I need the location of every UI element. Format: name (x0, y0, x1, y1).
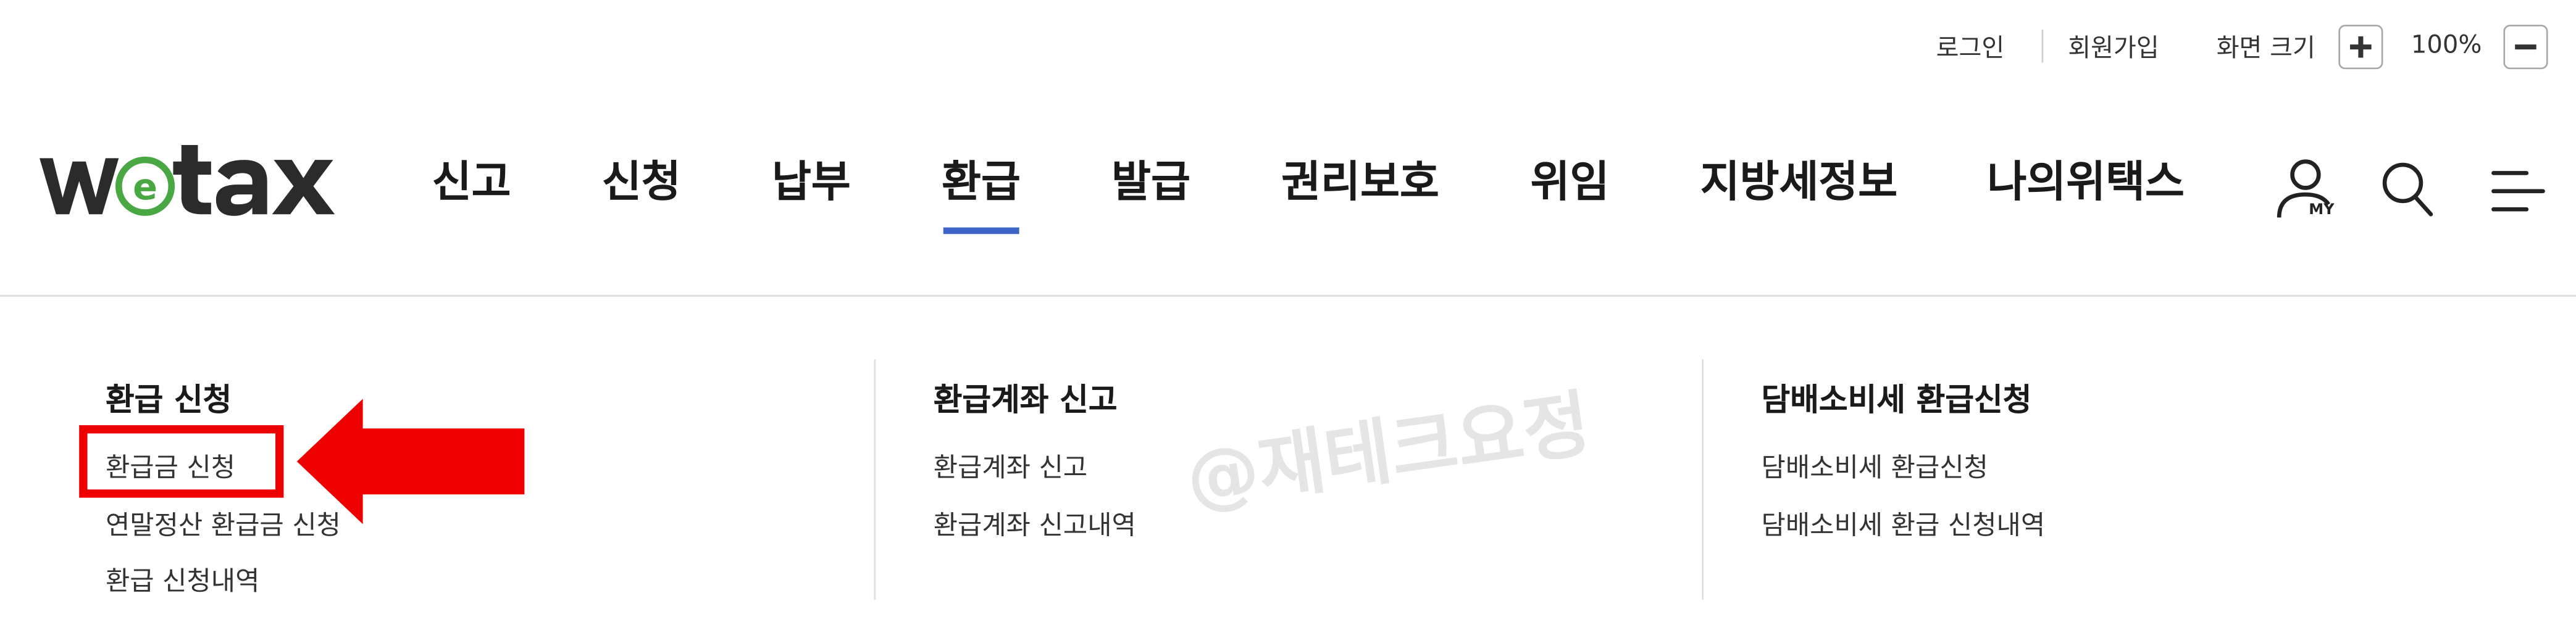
annotation-highlight-box (79, 425, 284, 498)
watermark: @재테크요정 (1181, 382, 1595, 523)
nav-item-hwangeup[interactable]: 환급 (942, 158, 1021, 209)
refund-history-link[interactable]: 환급 신청내역 (106, 558, 259, 598)
annotation-arrow (290, 392, 528, 531)
nav-item-singo[interactable]: 신고 (432, 158, 511, 209)
column-divider (1702, 359, 1704, 600)
search-icon (2382, 162, 2433, 217)
nav-item-jibangsejeongbo[interactable]: 지방세정보 (1700, 158, 1897, 209)
svg-text:e: e (133, 165, 157, 208)
header-divider (0, 295, 2576, 297)
refund-application-heading[interactable]: 환급 신청 (106, 376, 232, 420)
nav-item-gwonribohō[interactable]: 권리보호 (1281, 158, 1439, 209)
refund-account-report-link[interactable]: 환급계좌 신고 (934, 445, 1087, 484)
nav-item-naui-wetax[interactable]: 나의위택스 (1987, 158, 2184, 209)
refund-account-heading[interactable]: 환급계좌 신고 (934, 376, 1118, 420)
nav-item-napbu[interactable]: 납부 (772, 158, 851, 209)
plus-icon (2350, 36, 2372, 58)
utility-divider (2041, 30, 2044, 63)
column-divider (874, 359, 876, 600)
page: 로그인 회원가입 화면 크기 100% e 신고 신청 납부 환급 발급 권리보… (0, 0, 2576, 629)
minus-icon (2515, 44, 2536, 50)
zoom-out-button[interactable] (2503, 25, 2548, 70)
refund-account-history-link[interactable]: 환급계좌 신고내역 (934, 503, 1136, 542)
hamburger-menu-icon (2491, 171, 2545, 212)
tobacco-tax-refund-history-link[interactable]: 담배소비세 환급 신청내역 (1762, 503, 2046, 542)
tobacco-tax-refund-heading[interactable]: 담배소비세 환급신청 (1762, 376, 2032, 420)
logo-mark: e (40, 145, 335, 216)
nav-item-wiim[interactable]: 위임 (1531, 158, 1610, 209)
menu-button[interactable] (2490, 168, 2546, 217)
my-page-button[interactable]: MY (2273, 158, 2342, 224)
zoom-in-button[interactable] (2338, 25, 2383, 70)
signup-link[interactable]: 회원가입 (2068, 30, 2159, 64)
tobacco-tax-refund-apply-link[interactable]: 담배소비세 환급신청 (1762, 445, 1988, 484)
login-link[interactable]: 로그인 (1936, 30, 2005, 64)
my-badge: MY (2309, 202, 2335, 220)
screen-size-label: 화면 크기 (2216, 33, 2315, 63)
nav-item-sincheong[interactable]: 신청 (602, 158, 681, 209)
search-button[interactable] (2382, 162, 2434, 218)
zoom-level: 100% (2411, 30, 2482, 60)
nav-item-balgeup[interactable]: 발급 (1111, 158, 1190, 209)
active-nav-indicator (943, 227, 1019, 234)
wetax-logo[interactable]: e (36, 138, 337, 227)
arrow-left-icon (296, 399, 525, 524)
